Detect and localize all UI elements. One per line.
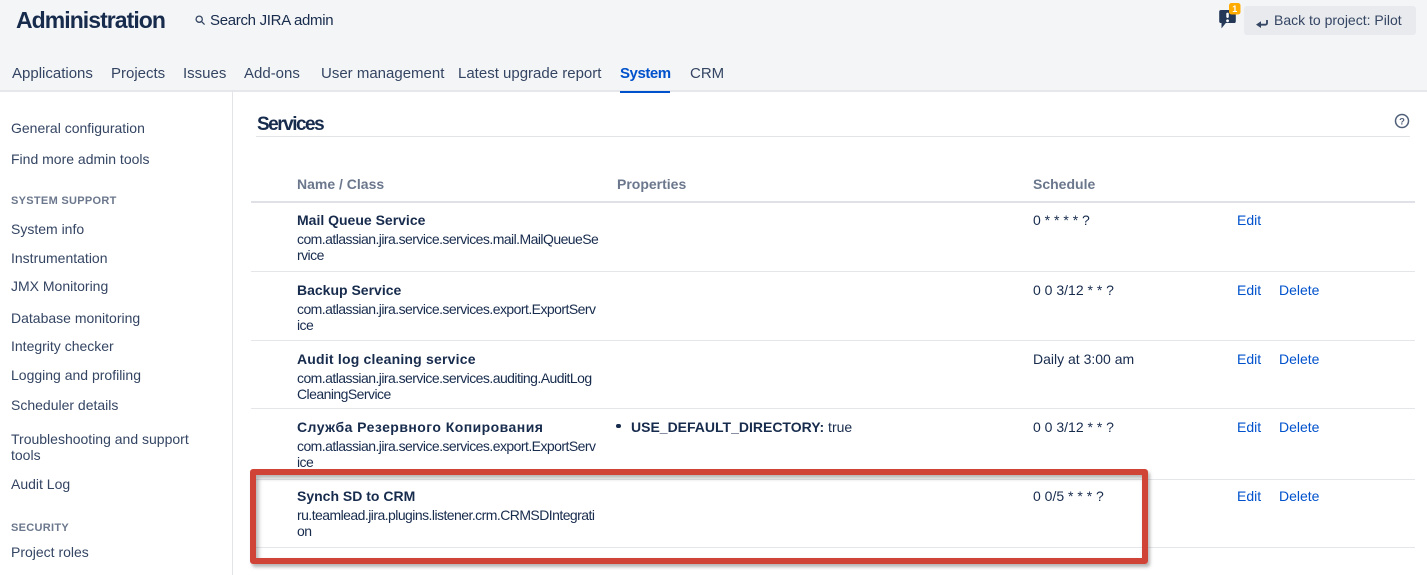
- svg-text:1: 1: [1232, 4, 1237, 14]
- svg-text:?: ?: [1399, 116, 1405, 127]
